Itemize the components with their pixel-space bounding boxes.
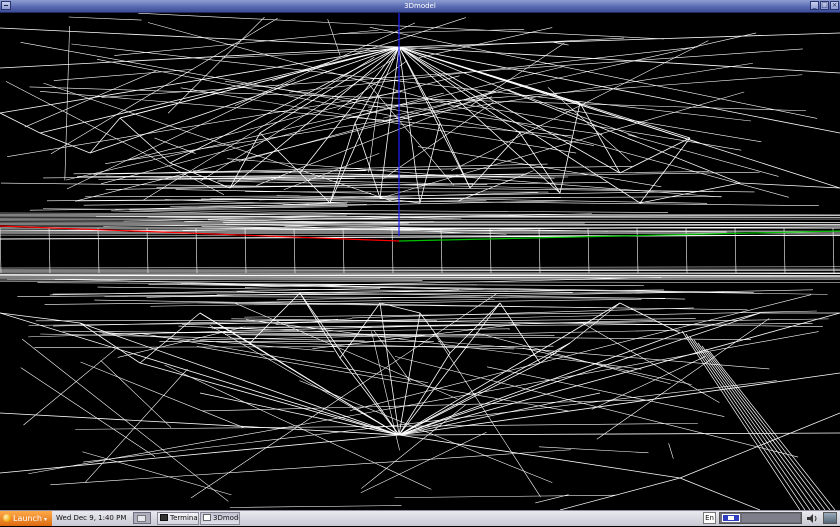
keyboard-language-indicator[interactable]: En: [703, 512, 716, 524]
workspace-2[interactable]: [742, 514, 800, 522]
close-button[interactable]: ×: [830, 1, 839, 10]
task-label: Terminal: [170, 514, 199, 522]
taskbar: Launch▾ Wed Dec 9, 1:40 PM Terminal 3Dmo…: [0, 510, 840, 526]
launch-button[interactable]: Launch▾: [0, 511, 52, 526]
volume-icon[interactable]: [806, 513, 818, 524]
minimize-button[interactable]: _: [810, 1, 819, 10]
task-label: 3Dmodel: [213, 514, 240, 522]
window-icon: [203, 514, 211, 521]
system-tray-icon[interactable]: [823, 512, 837, 524]
workspace-1[interactable]: [722, 514, 740, 522]
window-titlebar[interactable]: 3Dmodel _ □ ×: [0, 0, 840, 13]
maximize-button[interactable]: □: [820, 1, 829, 10]
show-desktop-icon[interactable]: [133, 512, 151, 524]
chevron-down-icon: ▾: [44, 516, 47, 523]
terminal-icon: [160, 514, 168, 521]
workspace-switcher[interactable]: [719, 512, 802, 524]
window-title: 3Dmodel: [0, 0, 840, 12]
wireframe-mesh: [0, 13, 840, 510]
task-button-3dmodel[interactable]: 3Dmodel: [200, 512, 240, 525]
clock[interactable]: Wed Dec 9, 1:40 PM: [56, 511, 126, 526]
3d-viewport[interactable]: [0, 13, 840, 510]
task-button-terminal[interactable]: Terminal: [157, 512, 199, 525]
launch-icon: [3, 514, 11, 522]
launch-label: Launch: [13, 514, 42, 523]
